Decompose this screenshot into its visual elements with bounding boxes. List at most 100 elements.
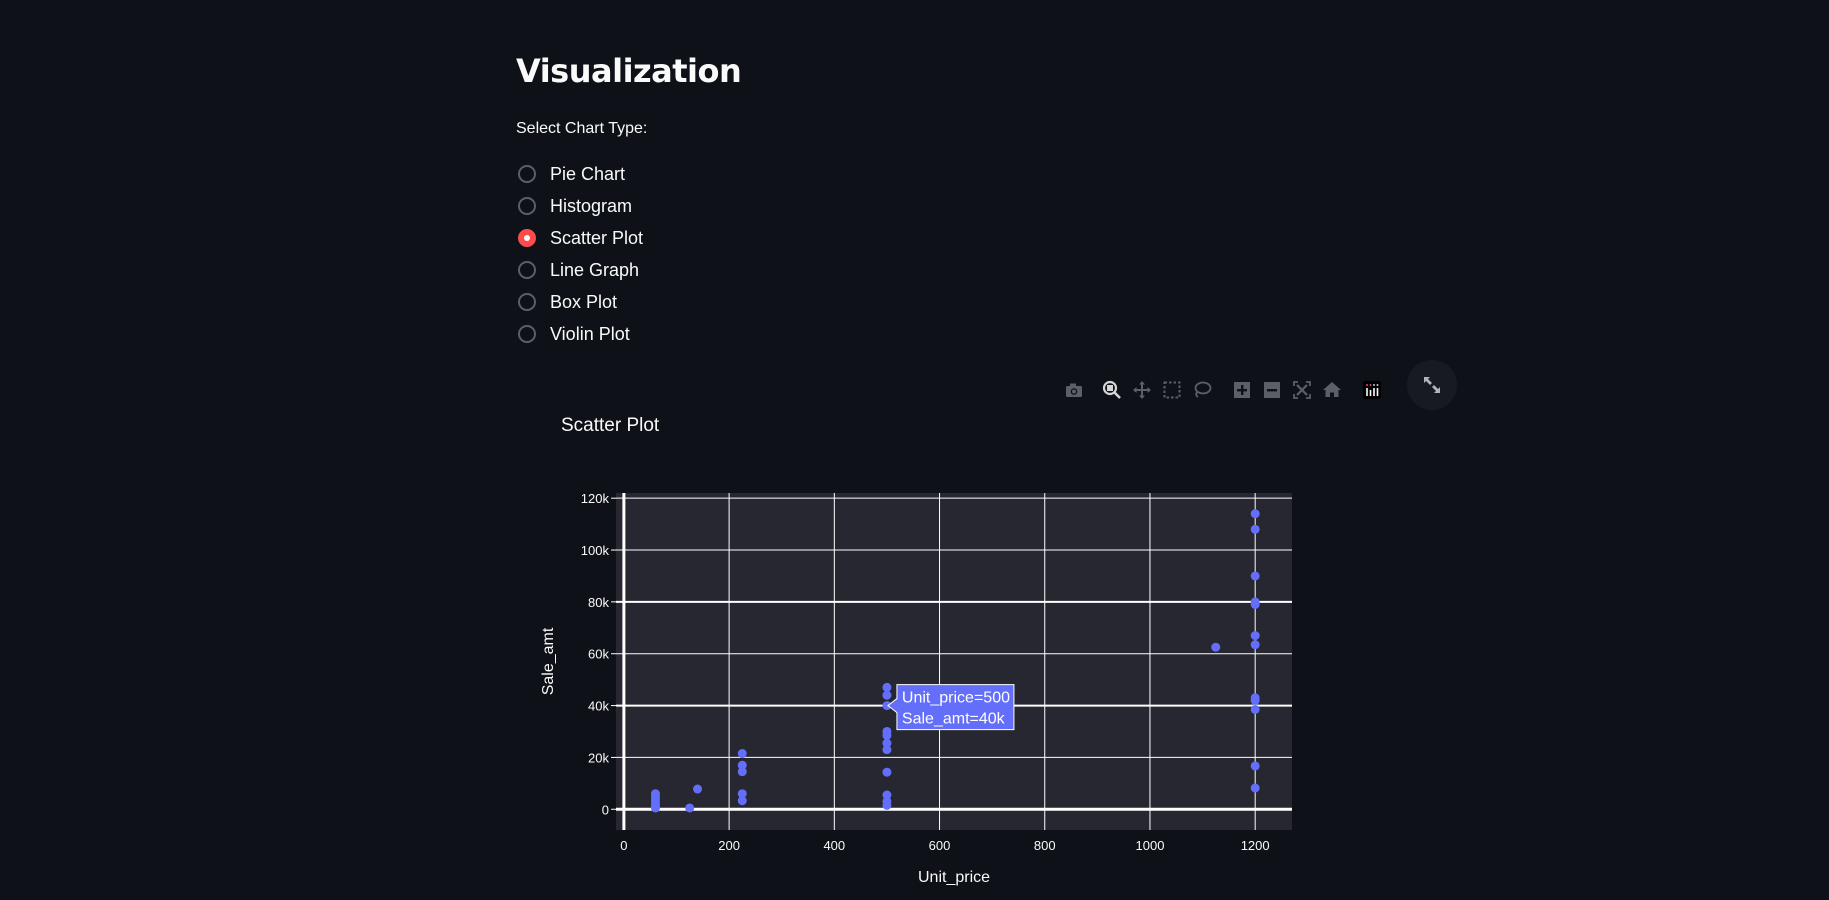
data-point[interactable] [882,730,892,740]
data-point[interactable] [650,794,660,804]
x-axis-label: Unit_price [918,869,990,886]
data-point[interactable] [1250,524,1260,534]
data-point[interactable] [737,767,747,777]
data-point[interactable] [882,790,892,800]
page-title: Visualization [516,52,742,90]
y-tick-label: 40k [588,699,609,714]
data-point[interactable] [737,760,747,770]
radio-violin-plot[interactable]: Violin Plot [518,318,643,350]
data-point[interactable] [650,789,660,799]
y-tick-label: 100k [581,543,610,558]
data-point[interactable] [882,796,892,806]
radio-scatter-plot[interactable]: Scatter Plot [518,222,643,254]
data-point[interactable] [650,796,660,806]
box-select-icon[interactable] [1158,378,1186,402]
data-point[interactable] [882,690,892,700]
tooltip-line-1: Unit_price=500 [902,690,1010,707]
radio-circle[interactable] [518,293,536,311]
x-tick-label: 200 [718,838,740,853]
x-tick-label: 1200 [1241,838,1270,853]
plotly-logo-icon[interactable] [1358,378,1386,402]
chart-title: Scatter Plot [561,415,660,436]
fullscreen-button[interactable] [1407,360,1457,410]
x-tick-labels: 0 200 400 600 800 1000 1200 [620,838,1269,853]
radio-label: Scatter Plot [550,227,644,248]
data-point[interactable] [650,802,660,812]
y-tick-label: 80k [588,595,609,610]
reset-axes-icon[interactable] [1318,378,1346,402]
data-point[interactable] [1250,693,1260,703]
radio-label: Line Graph [550,259,640,280]
radio-circle[interactable] [518,325,536,343]
radio-label: Violin Plot [550,323,630,344]
x-tick-label: 600 [929,838,951,853]
chart-type-label: Select Chart Type: [516,120,648,137]
data-point[interactable] [1250,695,1260,705]
radio-circle[interactable] [518,165,536,183]
radio-label: Pie Chart [550,163,626,184]
pan-icon[interactable] [1128,378,1156,402]
data-point[interactable] [1250,631,1260,641]
scatter-chart[interactable]: Scatter Plot 0 200 400 600 800 1000 1200 0 20k 4… [0,0,1829,900]
data-point[interactable] [1211,642,1221,652]
data-point[interactable] [1250,640,1260,650]
y-tick-labels: 0 20k 40k 60k 80k 100k 120k [581,491,610,817]
zoom-out-icon[interactable] [1258,378,1286,402]
x-tick-label: 1000 [1136,838,1165,853]
data-point[interactable] [1250,509,1260,519]
radio-box-plot[interactable]: Box Plot [518,286,643,318]
lasso-select-icon[interactable] [1188,378,1216,402]
data-point[interactable] [1250,599,1260,609]
radio-label: Histogram [550,195,633,216]
data-point[interactable] [882,701,892,711]
chart-type-radio-group: Pie Chart Histogram Scatter Plot Line Gr… [518,158,643,350]
radio-circle[interactable] [518,261,536,279]
radio-circle[interactable] [518,229,536,247]
zoom-in-icon[interactable] [1228,378,1256,402]
tooltip-line-2: Sale_amt=40k [902,711,1006,728]
data-point[interactable] [737,796,747,806]
x-tick-label: 0 [620,838,627,853]
radio-pie-chart[interactable]: Pie Chart [518,158,643,190]
plot-area[interactable] [616,493,1292,830]
y-tick-label: 120k [581,491,610,506]
y-tick-label: 0 [602,802,609,817]
y-tick-label: 60k [588,647,609,662]
data-point[interactable] [737,749,747,759]
data-point[interactable] [1250,761,1260,771]
y-tick-label: 20k [588,750,609,765]
y-axis-label: Sale_amt [540,627,557,695]
data-point[interactable] [882,767,892,777]
zoom-icon[interactable] [1098,378,1126,402]
data-point[interactable] [1250,571,1260,581]
plot-modebar [1060,378,1388,402]
radio-histogram[interactable]: Histogram [518,190,643,222]
data-point[interactable] [650,791,660,801]
data-point[interactable] [737,789,747,799]
data-point[interactable] [650,803,660,813]
y-gridlines [611,497,1292,811]
autoscale-icon[interactable] [1288,378,1316,402]
scatter-points [650,509,1260,813]
data-point[interactable] [882,726,892,736]
hover-tooltip: Unit_price=500 Sale_amt=40k [887,684,1015,731]
radio-label: Box Plot [550,291,618,312]
camera-icon[interactable] [1060,378,1088,402]
data-point[interactable] [1250,783,1260,793]
data-point[interactable] [882,682,892,692]
data-point[interactable] [650,799,660,809]
data-point[interactable] [882,800,892,810]
expand-icon [1424,377,1440,393]
data-point[interactable] [882,745,892,755]
x-tick-label: 400 [823,838,845,853]
tooltip-box [887,684,1015,731]
radio-circle[interactable] [518,197,536,215]
data-point[interactable] [1250,597,1260,607]
data-point[interactable] [685,803,695,813]
data-point[interactable] [693,784,703,794]
x-tick-label: 800 [1034,838,1056,853]
data-point[interactable] [882,738,892,748]
radio-line-graph[interactable]: Line Graph [518,254,643,286]
x-gridlines [622,493,1256,830]
data-point[interactable] [1250,704,1260,714]
